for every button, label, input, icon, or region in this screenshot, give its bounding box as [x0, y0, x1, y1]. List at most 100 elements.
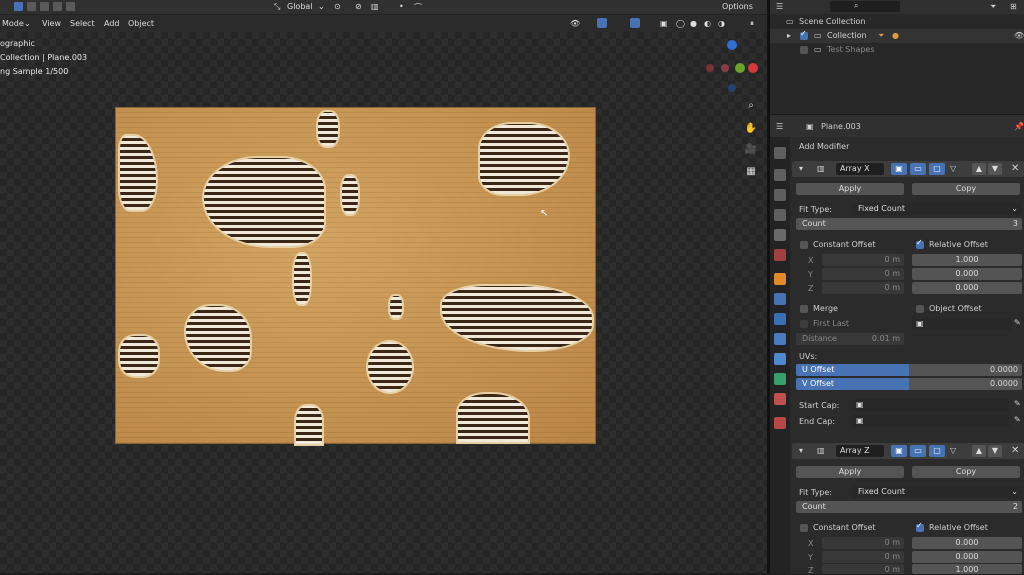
grid-icon[interactable]: ▦ [744, 165, 758, 179]
axis-neg-z-icon[interactable] [728, 84, 736, 92]
v-offset-field[interactable]: V Offset 0.0000 [796, 378, 1022, 390]
eyedropper-icon[interactable]: ✎ [1014, 399, 1021, 408]
u-offset-field[interactable]: U Offset 0.0000 [796, 364, 1022, 376]
modifier-tab-icon[interactable] [774, 293, 786, 305]
gizmo-toggle-icon[interactable] [597, 18, 607, 28]
constant-offset-y-field[interactable]: 0 m [822, 268, 904, 280]
relative-offset-x-field[interactable]: 0.000 [912, 537, 1022, 549]
relative-offset-y-field[interactable]: 0.000 [912, 268, 1022, 280]
first-last-checkbox[interactable] [800, 320, 808, 328]
add-modifier-dropdown[interactable]: Add Modifier [799, 142, 849, 151]
select-box-icon[interactable] [14, 2, 23, 11]
move-up-icon[interactable]: ▲ [972, 163, 986, 175]
falloff-icon[interactable]: ⌒ [414, 2, 422, 13]
shading-rendered-icon[interactable]: ◑ [718, 19, 725, 28]
render-tab-icon[interactable] [774, 169, 786, 181]
start-cap-field[interactable]: ▣ [852, 399, 1010, 411]
shading-solid-icon[interactable]: ● [690, 19, 697, 28]
relative-offset-y-field[interactable]: 0.000 [912, 551, 1022, 563]
move-up-icon[interactable]: ▲ [972, 445, 986, 457]
modifier-name-field[interactable]: Array Z [836, 445, 884, 457]
options-dropdown[interactable]: Options [722, 2, 753, 11]
axis-neg-x-icon[interactable] [706, 64, 714, 72]
test-shapes-checkbox[interactable] [800, 46, 808, 54]
axis-y-icon[interactable] [735, 63, 745, 73]
count-field[interactable]: Count 2 [796, 501, 1022, 513]
view-menu[interactable]: View [42, 19, 61, 28]
new-collection-icon[interactable]: ⊞ [1010, 2, 1017, 11]
collection-checkbox[interactable] [800, 29, 808, 40]
snap-target-icon[interactable]: ▥ [371, 2, 379, 11]
editor-type-icon[interactable]: ☰ [776, 122, 783, 131]
close-icon[interactable]: ✕ [1011, 445, 1019, 456]
filter-funnel-icon[interactable]: ⏷ [878, 31, 884, 41]
move-down-icon[interactable]: ▼ [988, 163, 1002, 175]
end-cap-field[interactable]: ▣ [852, 415, 1010, 427]
constant-offset-y-field[interactable]: 0 m [822, 551, 904, 563]
search-input[interactable] [830, 1, 900, 12]
realtime-toggle-icon[interactable]: ▭ [910, 445, 926, 457]
apply-button[interactable]: Apply [796, 183, 904, 195]
tool-tab-icon[interactable] [774, 147, 786, 159]
constant-offset-x-field[interactable]: 0 m [822, 537, 904, 549]
apply-button[interactable]: Apply [796, 466, 904, 478]
mode-menu[interactable]: Mode [2, 19, 24, 28]
close-icon[interactable]: ✕ [1011, 163, 1019, 174]
proportional-edit-icon[interactable]: • [399, 2, 404, 11]
select-extend-icon[interactable] [27, 2, 36, 11]
copy-button[interactable]: Copy [912, 466, 1020, 478]
outliner-row-test-shapes[interactable]: ▭ Test Shapes [770, 43, 1024, 57]
add-menu[interactable]: Add [104, 19, 120, 28]
physics-tab-icon[interactable] [774, 333, 786, 345]
editor-type-icon[interactable]: ☰ [776, 2, 783, 11]
camera-toggle-icon[interactable]: ▣ [891, 445, 907, 457]
shading-material-icon[interactable]: ◐ [704, 19, 711, 28]
3d-viewport[interactable]: ographic Collection | Plane.003 ng Sampl… [0, 32, 768, 573]
axis-x-icon[interactable] [748, 63, 758, 73]
axis-neg-x2-icon[interactable] [721, 64, 729, 72]
particles-tab-icon[interactable] [774, 313, 786, 325]
filter-icon[interactable]: ⏷ [990, 2, 996, 12]
fit-type-select[interactable]: Fixed Count ⌄ [852, 203, 1022, 215]
distance-field[interactable]: Distance 0.01 m [796, 333, 904, 345]
expand-arrow-icon[interactable]: ▸ [787, 31, 791, 40]
camera-icon[interactable]: 🎥 [744, 143, 758, 157]
relative-offset-z-field[interactable]: 0.000 [912, 282, 1022, 294]
select-intersect-icon[interactable] [66, 2, 75, 11]
eye-icon[interactable]: 👁 [1014, 31, 1024, 40]
eyedropper-icon[interactable]: ✎ [1014, 415, 1021, 424]
world-tab-icon[interactable] [774, 249, 786, 261]
visibility-icon[interactable]: 👁 [570, 19, 580, 28]
realtime-toggle-icon[interactable]: ▭ [910, 163, 926, 175]
collapse-arrow-icon[interactable]: ▾ [799, 446, 803, 455]
count-field[interactable]: Count 3 [796, 218, 1022, 230]
modifier-header-array-z[interactable]: ▾ ▥ Array Z ▣ ▭ ▢ ▽ ▲ ▼ ✕ [792, 443, 1024, 459]
pivot-icon[interactable]: ⊙ [334, 2, 341, 11]
object-tab-icon[interactable] [774, 273, 786, 285]
constant-offset-z-field[interactable]: 0 m [822, 282, 904, 294]
object-offset-field[interactable]: ▣ [912, 318, 1012, 330]
shading-wireframe-icon[interactable]: ◯ [676, 19, 685, 28]
select-subtract-icon[interactable] [40, 2, 49, 11]
select-menu[interactable]: Select [70, 19, 95, 28]
snap-icon[interactable]: ⊘ [355, 2, 362, 11]
camera-toggle-icon[interactable]: ▣ [891, 163, 907, 175]
constraints-tab-icon[interactable] [774, 353, 786, 365]
cardboard-plane[interactable] [116, 108, 595, 446]
relative-offset-checkbox[interactable] [916, 521, 924, 532]
output-tab-icon[interactable] [774, 189, 786, 201]
editmode-toggle-icon[interactable]: ▢ [929, 445, 945, 457]
editmode-toggle-icon[interactable]: ▢ [929, 163, 945, 175]
collapse-arrow-icon[interactable]: ▾ [799, 164, 803, 173]
xray-icon[interactable]: ▣ [660, 19, 668, 28]
constant-offset-checkbox[interactable] [800, 524, 808, 532]
cage-toggle-icon[interactable]: ▽ [950, 446, 956, 455]
merge-checkbox[interactable] [800, 305, 808, 313]
pause-icon[interactable]: ⏸ [750, 19, 754, 29]
relative-offset-checkbox[interactable] [916, 238, 924, 249]
material-tab-icon[interactable] [774, 393, 786, 405]
zoom-icon[interactable]: ⌕ [744, 99, 758, 113]
object-menu[interactable]: Object [128, 19, 154, 28]
outliner-row-collection[interactable]: ▸ ▭ Collection ⏷ ● 👁 [770, 29, 1024, 43]
modifier-name-field[interactable]: Array X [836, 163, 884, 175]
